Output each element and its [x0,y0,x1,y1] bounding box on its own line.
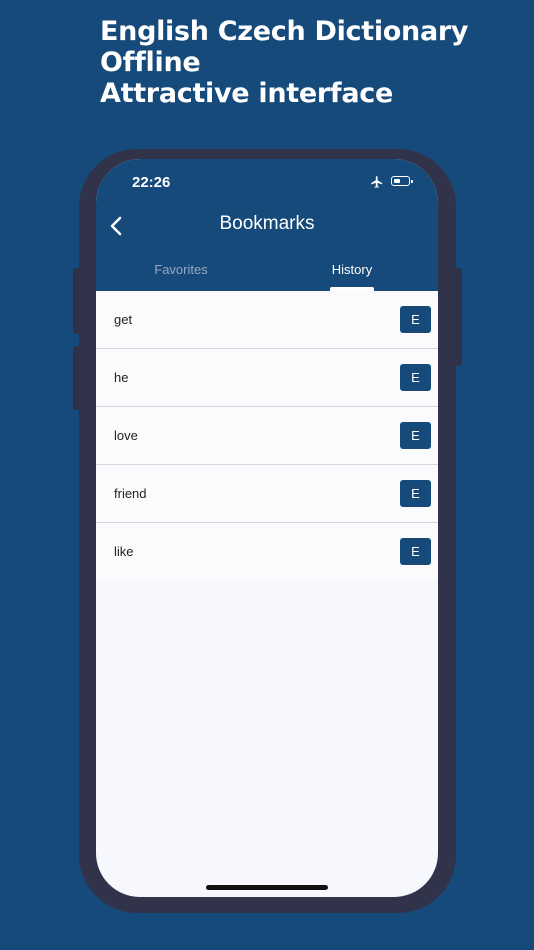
headline-line-3: Attractive interface [100,78,394,109]
list-item-word: he [114,370,129,385]
language-badge[interactable]: E [400,306,431,333]
airplane-icon [371,176,383,188]
headline-line-2: Offline [100,47,201,78]
list-item-word: friend [114,486,147,501]
status-time: 22:26 [132,174,171,191]
list-item-word: like [114,544,134,559]
history-list: get E he E love E friend E like E [96,291,438,580]
list-item[interactable]: get E [96,291,438,349]
app-header: 22:26 Bookmarks Favorites History [96,159,438,291]
language-badge[interactable]: E [400,538,431,565]
list-item-word: love [114,428,138,443]
language-badge[interactable]: E [400,364,431,391]
battery-icon [391,176,413,186]
home-indicator[interactable] [206,885,328,890]
tab-history[interactable]: History [277,262,427,277]
tab-favorites[interactable]: Favorites [106,262,256,277]
list-item[interactable]: friend E [96,465,438,523]
language-badge[interactable]: E [400,422,431,449]
list-item-word: get [114,312,133,327]
list-item[interactable]: like E [96,523,438,580]
list-item[interactable]: love E [96,407,438,465]
list-item[interactable]: he E [96,349,438,407]
headline-line-1: English Czech Dictionary [100,16,469,47]
phone-screen: 22:26 Bookmarks Favorites History get E … [96,159,438,897]
promo-headline: English Czech Dictionary Offline Attract… [100,16,469,109]
page-title: Bookmarks [219,213,315,234]
language-badge[interactable]: E [400,480,431,507]
